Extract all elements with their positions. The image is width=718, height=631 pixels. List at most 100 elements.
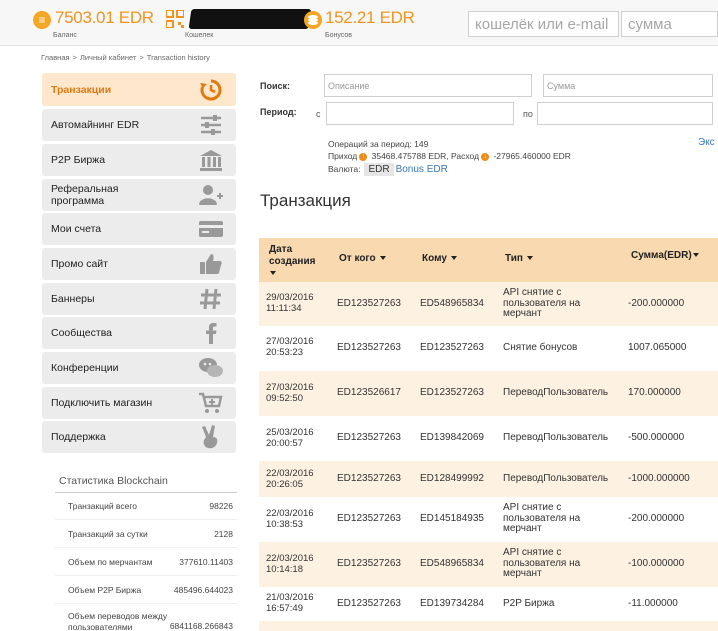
currency-option-bonus[interactable]: Bonus EDR bbox=[396, 164, 448, 175]
balance-widget[interactable]: ≡ 7503.01 EDR Баланс bbox=[33, 8, 154, 42]
cell-date: 27/03/2016 09:52:50 bbox=[266, 382, 314, 404]
stat-label: Транзакций всего bbox=[68, 501, 137, 511]
cell-date: 25/03/2016 20:00:57 bbox=[266, 427, 314, 449]
sort-caret-icon bbox=[692, 253, 699, 258]
cell-date-time: 11:11:34 bbox=[266, 302, 302, 314]
sidebar-item-banners[interactable]: Баннеры bbox=[42, 283, 236, 315]
cell-amount: -1000.000000 bbox=[628, 473, 690, 484]
cell-type: ПереводПользователь bbox=[503, 473, 609, 484]
balance-value: 7503.01 EDR bbox=[55, 8, 154, 27]
sidebar-item-label: Реферальная программа bbox=[51, 183, 118, 207]
cell-date-day: 27/03/2016 bbox=[266, 336, 314, 347]
table-row[interactable]: 27/03/2016 20:53:23 ED123527263 ED1235272… bbox=[259, 326, 718, 371]
header-to[interactable]: Кому bbox=[422, 253, 457, 265]
cell-amount: 1007.065000 bbox=[628, 342, 687, 353]
operations-count: Операций за период: 149 bbox=[328, 139, 429, 149]
referral-line-1: Реферальная bbox=[51, 183, 119, 195]
cell-type-line: API снятие с bbox=[503, 547, 562, 558]
stat-row: Транзакций за сутки 2128 bbox=[55, 520, 237, 548]
cell-date-time: 20:00:57 bbox=[266, 437, 303, 449]
header-amount-label: Сумма(EDR) bbox=[631, 250, 692, 261]
cell-from: ED123527263 bbox=[337, 473, 401, 484]
amount-input[interactable] bbox=[621, 11, 718, 37]
cell-type: API снятие с пользователя на мерчант bbox=[503, 547, 580, 580]
income-expense-summary: Приход ↑ 35468.475788 EDR, Расход ↓ -27965… bbox=[328, 151, 571, 161]
cell-date: 22/03/2016 20:26:05 bbox=[266, 468, 314, 490]
stat-value: 6841168.266843 bbox=[169, 621, 233, 631]
description-input[interactable] bbox=[324, 74, 532, 97]
header-amount[interactable]: Сумма(EDR) bbox=[631, 250, 699, 262]
wallet-search-input[interactable] bbox=[468, 11, 619, 37]
header-from[interactable]: От кого bbox=[339, 253, 386, 265]
header-type[interactable]: Тип bbox=[505, 253, 533, 265]
breadcrumb-cabinet[interactable]: Личный кабинет bbox=[80, 53, 136, 62]
filter-amount-input[interactable] bbox=[543, 74, 713, 97]
cell-date: 22/03/2016 10:38:53 bbox=[266, 508, 314, 530]
stat-label-line-2: пользователями bbox=[68, 622, 133, 631]
sidebar-item-referral[interactable]: Реферальная программа bbox=[42, 179, 236, 211]
expense-value: -27965.460000 EDR bbox=[493, 151, 571, 161]
currency-option-edr[interactable]: EDR bbox=[364, 163, 394, 176]
sidebar-item-transactions[interactable]: Транзакции bbox=[42, 73, 236, 106]
income-value: 35468.475788 EDR, bbox=[371, 151, 449, 161]
sidebar-item-automining[interactable]: Автомайнинг EDR bbox=[42, 109, 236, 141]
header-to-label: Кому bbox=[422, 253, 447, 264]
table-header: Дата создания От кого Кому Тип Сумма(EDR) bbox=[259, 238, 718, 282]
bonus-widget[interactable]: 152.21 EDR Бонусов bbox=[303, 8, 415, 42]
stat-label: Объем по мерчантам bbox=[68, 557, 153, 567]
sidebar-item-conferences[interactable]: Конференции bbox=[42, 352, 236, 384]
sidebar-item-label: Подключить магазин bbox=[51, 397, 153, 409]
thumbs-up-icon bbox=[200, 254, 222, 274]
bonus-label: Бонусов bbox=[325, 32, 352, 39]
cell-date: 29/03/2016 11:11:34 bbox=[266, 292, 314, 314]
cell-date: 27/03/2016 20:53:23 bbox=[266, 336, 314, 358]
cell-to: ED548965834 bbox=[420, 558, 484, 569]
income-label: Приход bbox=[328, 151, 358, 161]
redacted-wallet-id bbox=[188, 9, 312, 29]
facebook-icon bbox=[206, 323, 217, 344]
sidebar-item-connect-shop[interactable]: Подключить магазин bbox=[42, 387, 236, 419]
expense-label: Расход bbox=[451, 151, 480, 161]
qr-code-icon bbox=[166, 10, 184, 28]
transactions-table: Дата создания От кого Кому Тип Сумма(EDR)… bbox=[259, 238, 718, 631]
cell-type-line: API снятие с bbox=[503, 287, 562, 298]
export-link[interactable]: Экс bbox=[698, 137, 715, 148]
stats-title: Статистика Blockchain bbox=[59, 475, 168, 487]
sidebar-item-p2p[interactable]: P2P Биржа bbox=[42, 144, 236, 176]
cell-to: ED139734284 bbox=[420, 598, 484, 609]
page-title: Транзакция bbox=[260, 191, 351, 210]
cell-date-time: 10:38:53 bbox=[266, 518, 303, 530]
stat-row: Объем по мерчантам 377610.11403 bbox=[55, 548, 237, 576]
table-row[interactable]: 22/03/2016 20:26:05 ED123527263 ED1284999… bbox=[259, 461, 718, 497]
table-row[interactable]: 21/03/2016 16:57:49 ED123527263 ED1397342… bbox=[259, 587, 718, 621]
sidebar-item-promo[interactable]: Промо сайт bbox=[42, 248, 236, 280]
table-row[interactable]: 25/03/2016 20:00:57 ED123527263 ED1398420… bbox=[259, 416, 718, 461]
cell-to: ED128499992 bbox=[420, 473, 484, 484]
cell-amount: -200.000000 bbox=[628, 298, 685, 309]
stat-value: 377610.11403 bbox=[179, 557, 233, 567]
cell-amount: -100.000000 bbox=[628, 558, 685, 569]
table-row[interactable]: 22/03/2016 10:14:18 ED123527263 ED5489658… bbox=[259, 542, 718, 587]
breadcrumb-home[interactable]: Главная bbox=[41, 53, 70, 62]
table-row[interactable]: 27/03/2016 09:52:50 ED123526617 ED1235272… bbox=[259, 371, 718, 416]
period-from-input[interactable] bbox=[326, 102, 514, 125]
sort-caret-icon bbox=[379, 256, 386, 261]
stat-row: Транзакций всего 98226 bbox=[55, 492, 237, 520]
wallet-widget[interactable]: Кошелек bbox=[166, 8, 312, 42]
header-date[interactable]: Дата создания bbox=[269, 244, 315, 280]
cell-amount: 170.000000 bbox=[628, 387, 681, 398]
sidebar-item-accounts[interactable]: Мои счета bbox=[42, 213, 236, 245]
search-label: Поиск: bbox=[260, 81, 291, 91]
table-row[interactable]: 29/03/2016 11:11:34 ED123527263 ED5489658… bbox=[259, 282, 718, 326]
sidebar-item-communities[interactable]: Сообщества bbox=[42, 317, 236, 349]
table-row[interactable] bbox=[259, 621, 718, 631]
sidebar-item-label: Баннеры bbox=[51, 293, 95, 305]
victory-hand-icon bbox=[202, 425, 218, 449]
add-user-icon bbox=[199, 185, 223, 205]
cell-type-line: мерчант bbox=[503, 523, 542, 534]
table-row[interactable]: 22/03/2016 10:38:53 ED123527263 ED1451849… bbox=[259, 497, 718, 542]
period-to-input[interactable] bbox=[537, 102, 713, 125]
sidebar-item-label: Транзакции bbox=[51, 84, 112, 96]
sidebar-item-support[interactable]: Поддержка bbox=[42, 421, 236, 453]
cell-type: ПереводПользователь bbox=[503, 387, 609, 398]
